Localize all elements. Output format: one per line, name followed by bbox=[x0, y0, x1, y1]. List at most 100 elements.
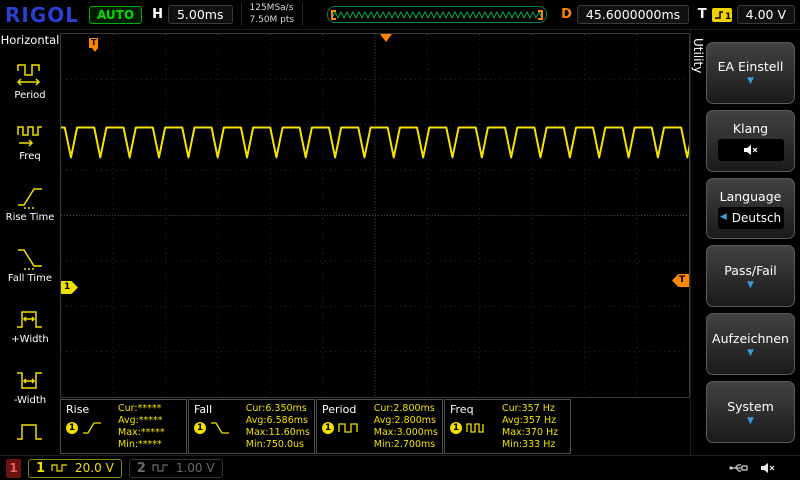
chevron-left-icon: ◀ bbox=[720, 213, 727, 222]
channel-badge: 1 bbox=[450, 422, 462, 434]
channel1-coupling-icon bbox=[51, 463, 69, 473]
softkey-label: Pass/Fail bbox=[724, 263, 777, 278]
chevron-down-icon: ▼ bbox=[747, 281, 754, 290]
horizontal-measure-menu: Horizontal Period Freq Rise Time Fall Ti… bbox=[0, 30, 60, 455]
brand-logo: RIGOL bbox=[5, 3, 79, 27]
left-menu-title: Horizontal bbox=[0, 30, 60, 51]
period-glyph-icon bbox=[337, 420, 359, 436]
horizontal-label: H bbox=[152, 7, 163, 22]
measure-avg: Avg:6.586ms bbox=[246, 416, 310, 426]
trigger-time-flag[interactable]: T bbox=[89, 38, 98, 48]
measure-cur: Cur:357 Hz bbox=[502, 404, 566, 414]
measure-cur: Cur:***** bbox=[118, 404, 182, 414]
measure-panel-rise[interactable]: Rise 1 Cur:***** Avg:***** Max:***** Min… bbox=[60, 399, 187, 454]
usb-icon bbox=[728, 462, 750, 474]
softkey-aufzeichnen[interactable]: Aufzeichnen ▼ bbox=[706, 313, 795, 375]
svg-text:1: 1 bbox=[725, 12, 731, 22]
waveform-trace bbox=[61, 34, 689, 397]
fall-time-icon bbox=[15, 245, 45, 271]
measure-max: Max:3.000ms bbox=[374, 428, 438, 438]
language-setting-inset: ◀ Deutsch bbox=[718, 207, 784, 229]
softkey-column: EA Einstell ▼ Klang Language ◀ Deutsch P… bbox=[706, 30, 800, 455]
rise-time-icon bbox=[15, 184, 45, 210]
measure-cur: Cur:6.350ms bbox=[246, 404, 310, 414]
trigger-label: T bbox=[698, 7, 707, 22]
window-left-bracket-icon bbox=[331, 10, 336, 20]
channel-badge: 1 bbox=[322, 422, 334, 434]
softkey-label: Aufzeichnen bbox=[712, 331, 789, 346]
softkey-klang[interactable]: Klang bbox=[706, 110, 795, 172]
sidebar-item-plus-width[interactable]: +Width bbox=[0, 295, 60, 356]
measure-min: Min:333 Hz bbox=[502, 440, 566, 450]
trigger-group[interactable]: T 1 4.00 V bbox=[698, 5, 795, 24]
measure-avg: Avg:***** bbox=[118, 416, 182, 426]
freq-icon bbox=[15, 123, 45, 149]
delay-value: 45.6000000ms bbox=[577, 5, 689, 24]
preview-wave bbox=[332, 9, 542, 21]
language-value: Deutsch bbox=[732, 211, 781, 225]
measure-panel-freq[interactable]: Freq 1 Cur:357 Hz Avg:357 Hz Max:370 Hz … bbox=[444, 399, 571, 454]
minus-width-icon bbox=[15, 367, 45, 393]
chevron-down-icon: ▼ bbox=[747, 417, 754, 426]
measure-cur: Cur:2.800ms bbox=[374, 404, 438, 414]
sidebar-item-rise-time[interactable]: Rise Time bbox=[0, 173, 60, 234]
measure-panel-period[interactable]: Period 1 Cur:2.800ms Avg:2.800ms Max:3.0… bbox=[316, 399, 443, 454]
menu-tab-title: Utility bbox=[691, 30, 706, 455]
window-right-bracket-icon bbox=[538, 10, 543, 20]
trigger-level-value: 4.00 V bbox=[737, 5, 795, 24]
channel1-status[interactable]: 1 20.0 V bbox=[28, 459, 122, 478]
softkey-ea-einstell[interactable]: EA Einstell ▼ bbox=[706, 42, 795, 104]
sidebar-item-fall-time[interactable]: Fall Time bbox=[0, 234, 60, 295]
measure-max: Max:370 Hz bbox=[502, 428, 566, 438]
measure-min: Min:750.0us bbox=[246, 440, 310, 450]
trigger-position-marker-icon[interactable] bbox=[380, 34, 392, 42]
sidebar-item-partial[interactable] bbox=[0, 417, 60, 455]
utility-menu: Utility EA Einstell ▼ Klang Language ◀ D… bbox=[690, 30, 800, 455]
measure-min: Min:2.700ms bbox=[374, 440, 438, 450]
memory-depth: 7.50M pts bbox=[250, 15, 295, 26]
sample-rate: 125MSa/s bbox=[250, 3, 295, 14]
trigger-source-icon: 1 bbox=[712, 8, 732, 22]
fall-glyph-icon bbox=[209, 420, 231, 436]
softkey-pass-fail[interactable]: Pass/Fail ▼ bbox=[706, 245, 795, 307]
sidebar-item-label: Freq bbox=[19, 151, 40, 162]
sidebar-item-period[interactable]: Period bbox=[0, 51, 60, 112]
softkey-language[interactable]: Language ◀ Deutsch bbox=[706, 178, 795, 240]
sidebar-item-freq[interactable]: Freq bbox=[0, 112, 60, 173]
measure-panel-fall[interactable]: Fall 1 Cur:6.350ms Avg:6.586ms Max:11.60… bbox=[188, 399, 315, 454]
measure-name: Freq bbox=[450, 403, 502, 416]
channel1-number: 1 bbox=[36, 461, 45, 476]
delay-group[interactable]: D 45.6000000ms bbox=[561, 5, 689, 24]
trigger-mode-badge[interactable]: AUTO bbox=[89, 6, 142, 24]
softkey-system[interactable]: System ▼ bbox=[706, 381, 795, 443]
measure-name: Fall bbox=[194, 403, 246, 416]
sidebar-item-label: Rise Time bbox=[6, 212, 55, 223]
softkey-label: Language bbox=[720, 189, 782, 204]
softkey-label: System bbox=[727, 399, 774, 414]
measure-min: Min:***** bbox=[118, 440, 182, 450]
sidebar-item-label: -Width bbox=[14, 395, 46, 406]
sidebar-item-label: Fall Time bbox=[8, 273, 52, 284]
channel-badge: 1 bbox=[66, 422, 78, 434]
timebase-value: 5.00ms bbox=[168, 5, 233, 24]
memory-position-preview[interactable] bbox=[327, 6, 547, 23]
speaker-icon bbox=[760, 462, 776, 474]
channel2-coupling-icon bbox=[152, 463, 170, 473]
softkey-label: Klang bbox=[733, 121, 768, 136]
sidebar-item-label: Period bbox=[14, 90, 45, 101]
horizontal-timebase-group[interactable]: H 5.00ms bbox=[152, 5, 232, 24]
channel2-status[interactable]: 2 1.00 V bbox=[129, 459, 223, 478]
freq-glyph-icon bbox=[465, 420, 487, 436]
pulse-icon bbox=[15, 421, 45, 447]
bottom-bar: 1 1 20.0 V 2 1.00 V bbox=[0, 455, 800, 480]
channel2-scale: 1.00 V bbox=[176, 461, 215, 475]
top-bar: RIGOL AUTO H 5.00ms 125MSa/s 7.50M pts D… bbox=[0, 0, 800, 30]
sidebar-item-minus-width[interactable]: -Width bbox=[0, 356, 60, 417]
graticule-area: T 1 T bbox=[60, 33, 690, 398]
chevron-down-icon: ▼ bbox=[747, 349, 754, 358]
sidebar-item-label: +Width bbox=[11, 334, 48, 345]
channel1-scale: 20.0 V bbox=[75, 461, 114, 475]
status-icons bbox=[728, 462, 794, 474]
channel1-key-badge: 1 bbox=[6, 459, 21, 478]
chevron-down-icon: ▼ bbox=[747, 77, 754, 86]
